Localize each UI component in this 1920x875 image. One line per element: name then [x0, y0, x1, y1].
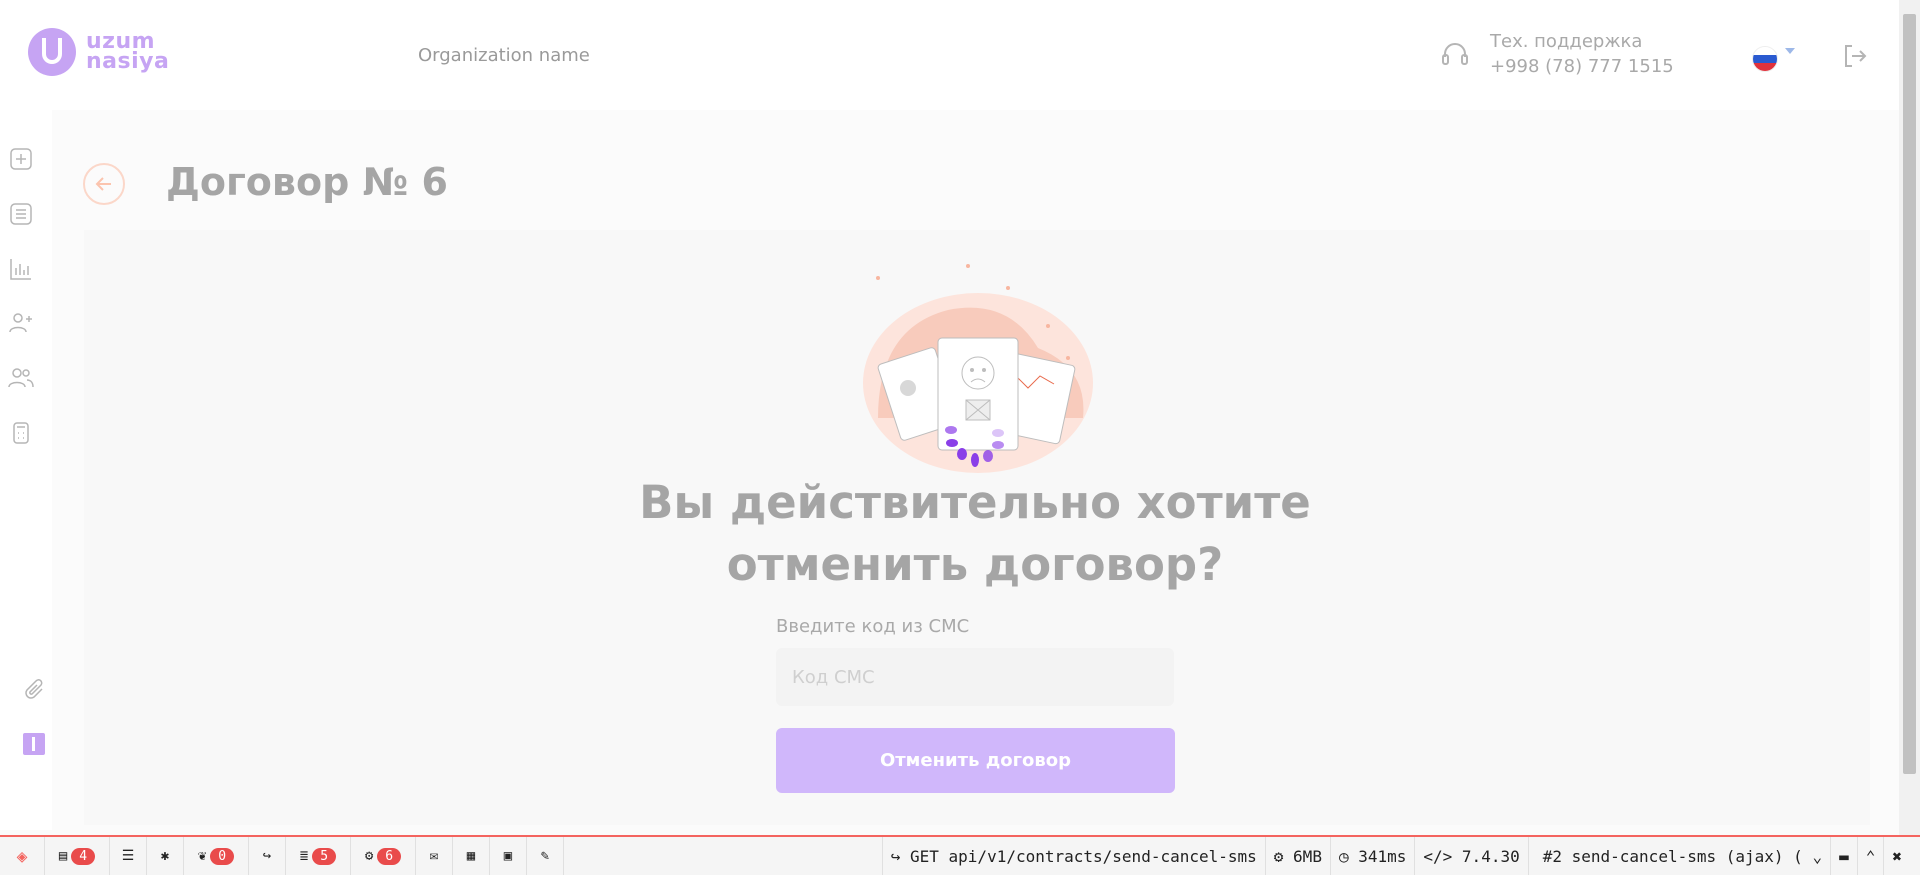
php-version-text: 7.4.30: [1461, 846, 1520, 866]
question-line1: Вы действительно хотите: [639, 476, 1311, 529]
users-icon[interactable]: [8, 365, 34, 391]
sms-code-label: Введите код из СМС: [776, 616, 970, 637]
logo-text-line2: nasiya: [86, 49, 170, 74]
scrollbar-thumb[interactable]: [1903, 14, 1916, 774]
cancel-contract-button[interactable]: Отменить договор: [776, 728, 1175, 793]
chevron-up-icon[interactable]: ⌃: [1856, 837, 1884, 875]
route-icon[interactable]: ↪: [249, 837, 286, 875]
request-select-text: #2 send-cancel-sms (ajax) (: [1542, 846, 1803, 866]
queries-badge: 5: [312, 847, 337, 865]
calculator-icon[interactable]: [8, 420, 34, 446]
sad-document-illustration: [863, 264, 1093, 473]
chart-icon[interactable]: [8, 256, 34, 282]
tags-icon[interactable]: ✎: [527, 837, 564, 875]
memory-text: 6MB: [1293, 846, 1322, 866]
russian-flag-icon[interactable]: [1752, 46, 1778, 72]
request-icon[interactable]: ▦: [453, 837, 490, 875]
mails-icon[interactable]: ✉: [416, 837, 453, 875]
organization-name: Organization name: [418, 45, 590, 66]
support-label: Тех. поддержка: [1490, 31, 1643, 52]
uzum-nasiya-logo[interactable]: uzum nasiya: [28, 28, 169, 76]
php-version-info: </> 7.4.30: [1414, 837, 1527, 875]
request-text: GET api/v1/contracts/send-cancel-sms: [910, 846, 1257, 866]
page-title: Договор № 6: [166, 160, 448, 204]
models-badge: 6: [377, 847, 402, 865]
exceptions-icon[interactable]: ✱: [147, 837, 184, 875]
time-text: 341ms: [1358, 846, 1407, 866]
paperclip-icon[interactable]: [22, 678, 48, 704]
cancel-question: Вы действительно хотите отменить договор…: [600, 472, 1350, 596]
back-button[interactable]: [83, 163, 125, 205]
arrow-left-icon: [95, 177, 111, 191]
memory-info: ⚙ 6MB: [1264, 837, 1330, 875]
logo-text: uzum nasiya: [86, 31, 170, 74]
support-phone[interactable]: +998 (78) 777 1515: [1490, 56, 1674, 77]
messages-tab[interactable]: ▤ 4: [45, 837, 110, 875]
laravel-logo-icon[interactable]: ◈: [0, 837, 45, 875]
sidebar: [0, 110, 52, 830]
header: uzum nasiya Organization name Тех. подде…: [0, 0, 1899, 110]
timeline-icon[interactable]: ☰: [110, 837, 147, 875]
debugbar: ◈ ▤ 4 ☰ ✱ ❦ 0 ↪ ≣ 5 ⚙ 6 ✉ ▦ ▣ ✎ ↪ GET api/v1…: [0, 835, 1920, 875]
add-user-icon[interactable]: [8, 310, 34, 336]
list-icon[interactable]: [8, 201, 34, 227]
views-tab[interactable]: ❦ 0: [184, 837, 249, 875]
logo-mark-icon: [28, 28, 76, 76]
chevron-down-icon[interactable]: [1785, 48, 1795, 54]
request-info: ↪ GET api/v1/contracts/send-cancel-sms: [881, 837, 1265, 875]
request-select[interactable]: #2 send-cancel-sms (ajax) ( ⌄: [1527, 837, 1830, 875]
scrollbar[interactable]: [1899, 0, 1920, 835]
queries-tab[interactable]: ≣ 5: [286, 837, 351, 875]
headset-icon: [1442, 43, 1468, 65]
models-tab[interactable]: ⚙ 6: [351, 837, 416, 875]
messages-badge: 4: [71, 847, 96, 865]
views-badge: 0: [210, 847, 235, 865]
folder-icon[interactable]: ▬: [1830, 837, 1857, 875]
session-icon[interactable]: ▣: [490, 837, 527, 875]
question-line2: отменить договор?: [726, 538, 1224, 591]
close-icon[interactable]: ✖: [1883, 837, 1920, 875]
plus-square-icon[interactable]: [8, 146, 34, 172]
sms-code-input[interactable]: [776, 648, 1174, 706]
logout-icon[interactable]: [1842, 43, 1868, 69]
time-info: ◷ 341ms: [1329, 837, 1414, 875]
info-icon[interactable]: [23, 733, 45, 755]
